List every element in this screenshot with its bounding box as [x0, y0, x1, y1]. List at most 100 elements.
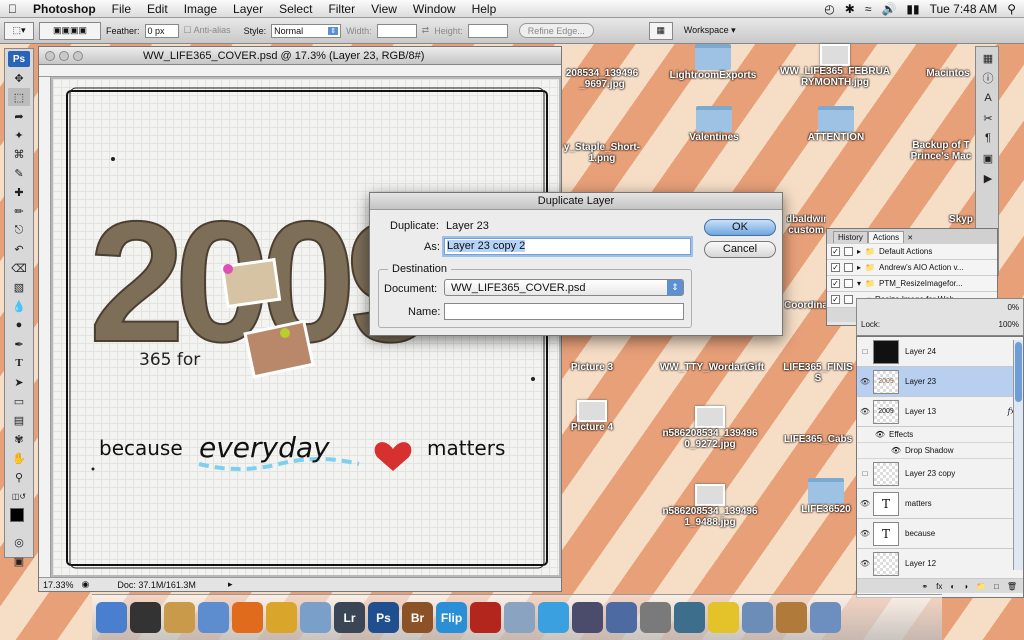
panel-toggle-button[interactable]: ▦: [648, 21, 673, 40]
menu-edit[interactable]: Edit: [139, 2, 176, 16]
menu-file[interactable]: File: [104, 2, 139, 16]
utility-icon[interactable]: [742, 602, 773, 633]
name-input[interactable]: [444, 303, 684, 320]
preview-icon[interactable]: [198, 602, 229, 633]
group-icon[interactable]: 📁: [976, 582, 986, 591]
system-prefs-icon[interactable]: [640, 602, 671, 633]
clone-stamp-icon[interactable]: ⎋: [8, 221, 30, 239]
status-options-icon[interactable]: ◉: [82, 579, 90, 590]
dialog-toggle-icon[interactable]: [844, 263, 853, 272]
time-machine-icon[interactable]: [674, 602, 705, 633]
desktop-item[interactable]: y_Staple_Short- 1.png: [562, 142, 642, 164]
layer-row[interactable]: 👁 2009 Layer 23: [857, 367, 1023, 397]
dodge-tool-icon[interactable]: ●: [8, 316, 30, 334]
finder-icon[interactable]: [96, 602, 127, 633]
move-tool-icon[interactable]: ✥: [8, 69, 30, 87]
panel-close-icon[interactable]: ✕: [907, 235, 913, 242]
desktop-item[interactable]: Skyp: [946, 214, 976, 225]
flip-icon[interactable]: Flip: [436, 602, 467, 633]
spotlight-icon[interactable]: ⚲: [1007, 2, 1016, 16]
desktop-item[interactable]: Valentines: [684, 106, 744, 143]
effects-row[interactable]: 👁 Effects: [857, 427, 1023, 443]
eye-icon[interactable]: 👁: [857, 407, 873, 416]
status-menu-arrow-icon[interactable]: ▸: [228, 579, 233, 590]
bridge-icon[interactable]: Br: [402, 602, 433, 633]
dialog-toggle-icon[interactable]: [844, 279, 853, 288]
photos-icon[interactable]: [810, 602, 841, 633]
collapse-arrow-icon[interactable]: ▾: [857, 279, 861, 288]
visibility-toggle[interactable]: □: [857, 469, 873, 478]
zoom-button-icon[interactable]: [73, 50, 83, 61]
new-layer-icon[interactable]: □: [994, 582, 999, 591]
tools-panel-icon[interactable]: ✂: [977, 109, 999, 127]
ichat-icon[interactable]: [266, 602, 297, 633]
eye-icon[interactable]: 👁: [857, 430, 889, 439]
clone-source-panel-icon[interactable]: ▶: [977, 169, 999, 187]
trash-icon[interactable]: 🗑: [1007, 582, 1017, 591]
tab-actions[interactable]: Actions: [867, 231, 905, 243]
firefox-icon[interactable]: [232, 602, 263, 633]
apple-menu-icon[interactable]: : [0, 2, 25, 16]
volume-icon[interactable]: 🔊: [881, 2, 896, 16]
battery-icon[interactable]: ▮▮: [906, 2, 919, 16]
opacity-value[interactable]: 0%: [861, 303, 1019, 312]
desktop-item[interactable]: LIFE36520: [796, 478, 856, 515]
photoshop-icon[interactable]: Ps: [368, 602, 399, 633]
brush-tool-icon[interactable]: ✏: [8, 202, 30, 220]
dashboard-icon[interactable]: [130, 602, 161, 633]
eye-icon[interactable]: 👁: [857, 559, 873, 568]
imovie-icon[interactable]: [572, 602, 603, 633]
visibility-toggle[interactable]: □: [857, 347, 873, 356]
scrollbar-thumb[interactable]: [1015, 342, 1022, 402]
layer-row[interactable]: 👁 Tbecause: [857, 519, 1023, 549]
antialias-checkbox[interactable]: ☐ Anti-alias: [184, 25, 231, 36]
menu-image[interactable]: Image: [176, 2, 225, 16]
paragraph-panel-icon[interactable]: ¶: [977, 129, 999, 147]
lightroom-icon[interactable]: Lr: [334, 602, 365, 633]
itunes-icon[interactable]: [538, 602, 569, 633]
desktop-item[interactable]: LIFE365_Cabs: [780, 434, 856, 445]
close-button-icon[interactable]: [45, 50, 55, 61]
eye-icon[interactable]: 👁: [857, 446, 905, 455]
info-panel-icon[interactable]: ⓘ: [977, 69, 999, 87]
spaces-icon[interactable]: [606, 602, 637, 633]
workspace-menu[interactable]: Workspace ▾: [684, 25, 736, 36]
feather-input[interactable]: 0 px: [144, 23, 179, 38]
layer-row[interactable]: 👁 Tmatters: [857, 489, 1023, 519]
navigator-panel-icon[interactable]: ▦: [977, 49, 999, 67]
bluetooth-icon[interactable]: ✱: [845, 2, 855, 16]
document-select[interactable]: WW_LIFE365_COVER.psd ⇕: [444, 279, 684, 296]
wifi-icon[interactable]: ≈: [865, 2, 872, 16]
checkmark-icon[interactable]: ✓: [831, 279, 840, 288]
desktop-item[interactable]: LightroomExports: [668, 44, 758, 81]
pen-tool-icon[interactable]: ✒: [8, 335, 30, 353]
horizontal-ruler[interactable]: [39, 65, 561, 77]
menu-view[interactable]: View: [363, 2, 405, 16]
vertical-ruler[interactable]: [39, 77, 51, 577]
as-name-input[interactable]: Layer 23 copy 2: [444, 238, 691, 255]
crop-tool-icon[interactable]: ⌘: [8, 145, 30, 163]
layer-row[interactable]: □ Layer 24: [857, 337, 1023, 367]
photobooth-icon[interactable]: [470, 602, 501, 633]
menu-window[interactable]: Window: [405, 2, 464, 16]
character-panel-icon[interactable]: A: [977, 89, 999, 107]
fx-icon[interactable]: fx: [936, 582, 942, 591]
zoom-level[interactable]: 17.33%: [43, 580, 74, 590]
path-select-icon[interactable]: ➤: [8, 373, 30, 391]
quick-mask-icon[interactable]: ◎: [8, 533, 30, 551]
desktop-item[interactable]: Coordina: [784, 300, 826, 311]
document-title-bar[interactable]: WW_LIFE365_COVER.psd @ 17.3% (Layer 23, …: [39, 47, 561, 65]
desktop-item[interactable]: WW_TTY_WordartGift: [652, 362, 772, 373]
eye-icon[interactable]: 👁: [857, 377, 873, 386]
menu-clock[interactable]: Tue 7:48 AM: [930, 2, 998, 16]
eye-icon[interactable]: 👁: [857, 499, 873, 508]
app-menu[interactable]: Photoshop: [25, 2, 104, 16]
checkmark-icon[interactable]: ✓: [831, 263, 840, 272]
ps-logo[interactable]: Ps: [8, 51, 30, 67]
zoom-tool-icon[interactable]: ⚲: [8, 468, 30, 486]
layer-row[interactable]: 👁 2009 Layer 13 fx: [857, 397, 1023, 427]
address-book-icon[interactable]: [164, 602, 195, 633]
notes-tool-icon[interactable]: ▤: [8, 411, 30, 429]
action-set-row[interactable]: ✓ ▾ 📁 PTM_ResizeImagefor...: [827, 276, 997, 292]
selection-mode-buttons[interactable]: ▣▣▣▣: [39, 21, 101, 40]
